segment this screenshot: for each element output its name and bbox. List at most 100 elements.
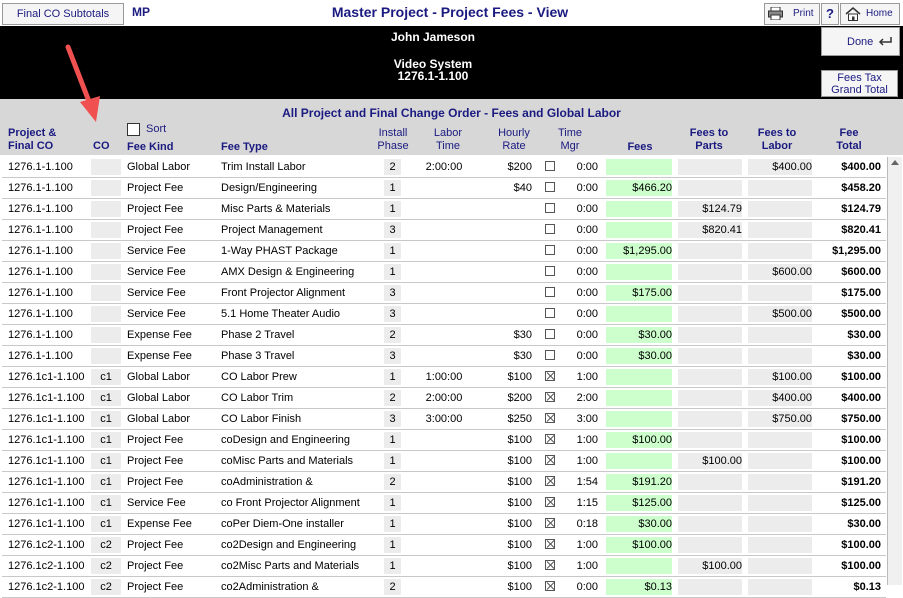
cell-fees[interactable]: $1,295.00 [606,243,672,259]
cell-install-phase[interactable]: 3 [384,306,401,322]
cell-fees[interactable]: $466.20 [606,180,672,196]
time-mgr-checkbox[interactable] [545,245,555,255]
table-row[interactable]: 1276.1-1.100 Global Labor Trim Install Lab… [2,157,886,178]
time-mgr-checkbox[interactable] [545,203,555,213]
col-header-fees-to-parts[interactable]: Fees to Parts [678,127,740,153]
fees-tax-grand-total-button[interactable]: Fees Tax Grand Total [821,70,898,97]
table-row[interactable]: 1276.1c2-1.100 c2 Project Fee co2Misc Parts… [2,556,886,577]
time-mgr-checkbox[interactable] [545,455,555,465]
cell-install-phase[interactable]: 2 [384,390,401,406]
col-header-labor-time[interactable]: Labor Time [420,127,476,153]
cell-fees[interactable]: $100.00 [606,537,672,553]
cell-fees[interactable] [606,201,672,217]
cell-install-phase[interactable]: 1 [384,369,401,385]
cell-fees[interactable]: $30.00 [606,516,672,532]
col-header-co[interactable]: CO [93,140,110,153]
col-header-project[interactable]: Project & Final CO [8,127,56,153]
table-row[interactable]: 1276.1c1-1.100 c1 Global Labor CO Labor Fin… [2,409,886,430]
col-header-hourly-rate[interactable]: Hourly Rate [488,127,540,153]
cell-install-phase[interactable]: 3 [384,222,401,238]
table-row[interactable]: 1276.1-1.100 Project Fee Misc Parts & Mate… [2,199,886,220]
table-row[interactable]: 1276.1-1.100 Service Fee Front Projector A… [2,283,886,304]
cell-fees[interactable]: $0.13 [606,579,672,595]
cell-install-phase[interactable]: 1 [384,201,401,217]
cell-install-phase[interactable]: 1 [384,516,401,532]
time-mgr-checkbox[interactable] [545,560,555,570]
time-mgr-checkbox[interactable] [545,161,555,171]
mp-link[interactable]: MP [132,5,150,19]
time-mgr-checkbox[interactable] [545,182,555,192]
col-header-install-phase[interactable]: Install Phase [372,127,414,153]
table-row[interactable]: 1276.1-1.100 Project Fee Project Managemen… [2,220,886,241]
cell-fees[interactable] [606,369,672,385]
cell-install-phase[interactable]: 2 [384,159,401,175]
col-header-fee-kind[interactable]: Fee Kind [127,141,173,154]
time-mgr-checkbox[interactable] [545,329,555,339]
home-button[interactable]: Home [840,3,900,25]
table-row[interactable]: 1276.1-1.100 Service Fee AMX Design & Engi… [2,262,886,283]
cell-install-phase[interactable]: 1 [384,558,401,574]
table-row[interactable]: 1276.1c1-1.100 c1 Global Labor CO Labor Tri… [2,388,886,409]
cell-install-phase[interactable]: 3 [384,411,401,427]
cell-fees[interactable] [606,306,672,322]
cell-install-phase[interactable]: 2 [384,474,401,490]
sort-checkbox[interactable] [127,123,140,136]
time-mgr-checkbox[interactable] [545,476,555,486]
time-mgr-checkbox[interactable] [545,518,555,528]
cell-install-phase[interactable]: 1 [384,264,401,280]
done-button[interactable]: Done [821,27,900,56]
cell-fees[interactable]: $30.00 [606,327,672,343]
cell-install-phase[interactable]: 1 [384,243,401,259]
time-mgr-checkbox[interactable] [545,266,555,276]
final-co-subtotals-button[interactable]: Final CO Subtotals [2,3,124,25]
cell-fees[interactable] [606,390,672,406]
table-row[interactable]: 1276.1c1-1.100 c1 Expense Fee coPer Diem-On… [2,514,886,535]
table-row[interactable]: 1276.1-1.100 Service Fee 5.1 Home Theater … [2,304,886,325]
cell-fees[interactable] [606,558,672,574]
col-header-fee-type[interactable]: Fee Type [221,141,268,154]
col-header-fees-to-labor[interactable]: Fees to Labor [746,127,808,153]
time-mgr-checkbox[interactable] [545,224,555,234]
time-mgr-checkbox[interactable] [545,308,555,318]
table-row[interactable]: 1276.1c1-1.100 c1 Project Fee coDesign and … [2,430,886,451]
table-row[interactable]: 1276.1c1-1.100 c1 Service Fee co Front Proj… [2,493,886,514]
table-row[interactable]: 1276.1-1.100 Expense Fee Phase 2 Travel 2 $3… [2,325,886,346]
table-row[interactable]: 1276.1-1.100 Service Fee 1-Way PHAST Packa… [2,241,886,262]
table-row[interactable]: 1276.1-1.100 Project Fee Design/Engineerin… [2,178,886,199]
time-mgr-checkbox[interactable] [545,581,555,591]
table-row[interactable]: 1276.1c1-1.100 c1 Global Labor CO Labor Pre… [2,367,886,388]
col-header-fee-total[interactable]: Fee Total [818,127,880,153]
cell-fees[interactable] [606,453,672,469]
cell-install-phase[interactable]: 1 [384,537,401,553]
time-mgr-checkbox[interactable] [545,371,555,381]
help-button[interactable]: ? [821,3,839,25]
cell-fees[interactable]: $125.00 [606,495,672,511]
table-row[interactable]: 1276.1c2-1.100 c2 Project Fee co2Design and… [2,535,886,556]
cell-fees[interactable]: $175.00 [606,285,672,301]
time-mgr-checkbox[interactable] [545,392,555,402]
cell-fees[interactable] [606,159,672,175]
cell-fees[interactable] [606,264,672,280]
print-button[interactable]: Print [764,3,820,25]
table-row[interactable]: 1276.1c1-1.100 c1 Project Fee coMisc Parts … [2,451,886,472]
cell-install-phase[interactable]: 1 [384,495,401,511]
cell-install-phase[interactable]: 1 [384,453,401,469]
time-mgr-checkbox[interactable] [545,287,555,297]
cell-fees[interactable]: $100.00 [606,432,672,448]
cell-install-phase[interactable]: 1 [384,432,401,448]
vertical-scrollbar[interactable] [887,157,902,585]
cell-install-phase[interactable]: 2 [384,579,401,595]
cell-fees[interactable] [606,222,672,238]
time-mgr-checkbox[interactable] [545,497,555,507]
cell-install-phase[interactable]: 3 [384,348,401,364]
cell-install-phase[interactable]: 2 [384,327,401,343]
col-header-fees[interactable]: Fees [608,141,672,154]
col-header-time-mgr[interactable]: Time Mgr [550,127,590,153]
time-mgr-checkbox[interactable] [545,434,555,444]
cell-install-phase[interactable]: 3 [384,285,401,301]
cell-fees[interactable]: $30.00 [606,348,672,364]
cell-fees[interactable] [606,411,672,427]
scroll-up-arrow-icon[interactable] [891,160,899,165]
time-mgr-checkbox[interactable] [545,350,555,360]
table-row[interactable]: 1276.1-1.100 Expense Fee Phase 3 Travel 3 $3… [2,346,886,367]
